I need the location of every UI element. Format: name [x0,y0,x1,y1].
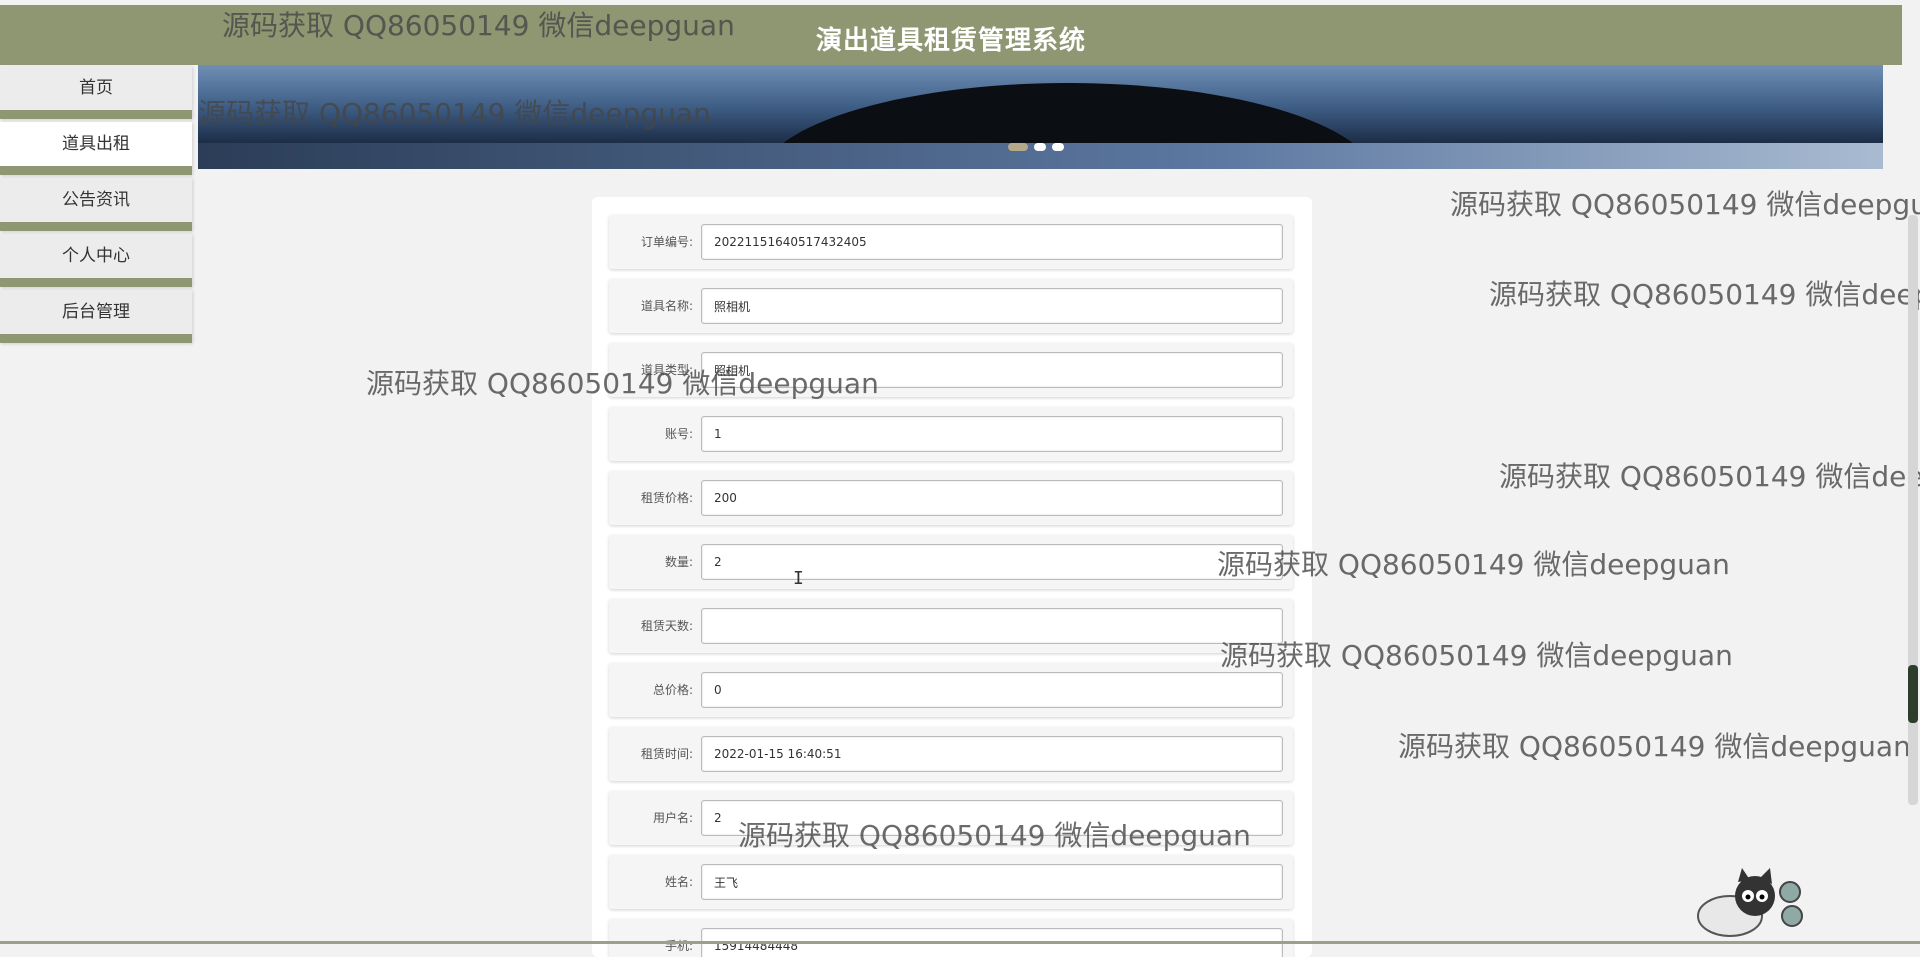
nav-item-prop-rental[interactable]: 道具出租 [0,122,192,175]
total-price-label: 总价格: [652,683,693,697]
field-row-rental-price: 租赁价格: [609,471,1293,525]
rental-time-input[interactable] [701,736,1283,772]
phone-label: 手机: [664,939,693,953]
field-row-full-name: 姓名: [609,855,1293,909]
field-row-account: 账号: [609,407,1293,461]
field-row-quantity: 数量: [609,535,1293,589]
nav-item-home[interactable]: 首页 [0,66,192,119]
rental-days-label: 租赁天数: [640,619,693,633]
rental-price-label: 租赁价格: [640,491,693,505]
banner-carousel [198,65,1883,169]
account-label: 账号: [664,427,693,441]
full-name-input[interactable] [701,864,1283,900]
watermark-text: 源码获取 QQ86050149 微信deepguan [1489,278,1920,311]
field-row-username: 用户名: [609,791,1293,845]
cat-mascot-icon [1697,868,1803,937]
field-row-phone: 手机: [609,919,1293,957]
full-name-label: 姓名: [664,875,693,889]
prop-type-input[interactable] [701,352,1283,388]
nav-item-admin[interactable]: 后台管理 [0,290,192,343]
site-title: 演出道具租赁管理系统 [815,26,1086,56]
sidebar-nav: 首页 道具出租 公告资讯 个人中心 后台管理 [0,66,192,346]
rental-time-label: 租赁时间: [640,747,693,761]
carousel-dot-3[interactable] [1052,143,1064,151]
carousel-indicators [1008,143,1064,151]
field-row-rental-time: 租赁时间: [609,727,1293,781]
scrollbar-thumb[interactable] [1908,665,1918,723]
account-input[interactable] [701,416,1283,452]
field-row-total-price: 总价格: [609,663,1293,717]
nav-item-announcements[interactable]: 公告资讯 [0,178,192,231]
rental-price-input[interactable] [701,480,1283,516]
username-input[interactable] [701,800,1283,836]
watermark-text: 源码获取 QQ86050149 微信deepguan [1398,730,1911,763]
field-row-prop-name: 道具名称: [609,279,1293,333]
header-bar: 演出道具租赁管理系统 [0,5,1902,65]
rental-days-input[interactable] [701,608,1283,644]
quantity-input[interactable] [701,544,1283,580]
username-label: 用户名: [652,811,693,825]
carousel-dot-1[interactable] [1008,143,1028,151]
prop-type-label: 道具类型: [640,363,693,377]
prop-name-input[interactable] [701,288,1283,324]
carousel-dot-2[interactable] [1034,143,1046,151]
order-number-label: 订单编号: [640,235,693,249]
field-row-rental-days: 租赁天数: [609,599,1293,653]
text-cursor-icon: I [793,568,804,589]
nav-item-personal-center[interactable]: 个人中心 [0,234,192,287]
watermark-text: 源码获取 QQ86050149 微信deepguan [1450,188,1920,221]
field-row-order-number: 订单编号: [609,215,1293,269]
order-number-input[interactable] [701,224,1283,260]
rental-order-form: 订单编号: 道具名称: 道具类型: 账号: 租赁价格: 数量: 租赁天数: 总价… [592,197,1312,957]
prop-name-label: 道具名称: [640,299,693,313]
quantity-label: 数量: [664,555,693,569]
total-price-input[interactable] [701,672,1283,708]
watermark-text: 源码获取 QQ86050149 微信deepguan [1499,460,1920,493]
field-row-prop-type: 道具类型: [609,343,1293,397]
page-scrollbar[interactable] [1908,215,1918,805]
